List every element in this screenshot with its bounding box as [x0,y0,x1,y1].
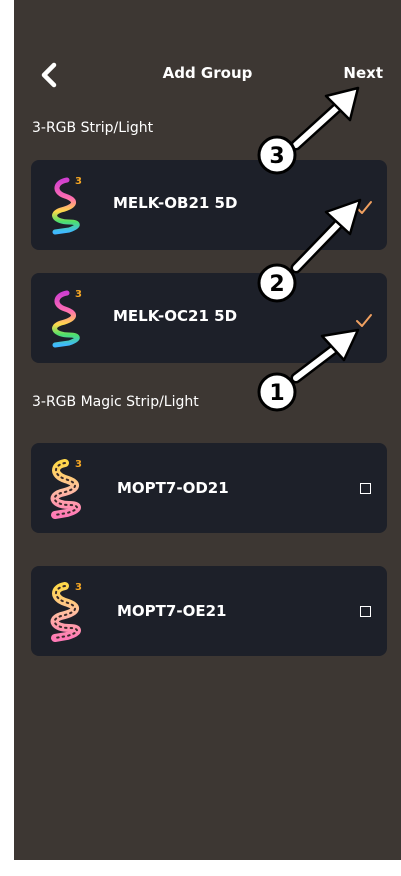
device-name: MELK-OC21 5D [113,307,238,325]
rgb-strip-icon: 3 [52,176,82,235]
device-card-mopt7-od21[interactable]: 3 MOPT7-OD21 [31,443,387,533]
device-card-melk-oc21[interactable]: 3 MELK-OC21 5D [31,273,387,363]
device-card-melk-ob21[interactable]: 3 MELK-OB21 5D [31,160,387,250]
device-name: MELK-OB21 5D [113,194,238,212]
magic-strip-icon: 3 [50,582,82,642]
magic-strip-icon: 3 [50,459,82,519]
rgb-strip-icon: 3 [52,289,82,348]
next-button[interactable]: Next [343,64,383,82]
check-icon[interactable] [353,311,375,331]
device-name: MOPT7-OE21 [117,602,227,620]
icon-badge: 3 [75,176,82,187]
check-icon[interactable] [353,198,375,218]
icon-badge: 3 [75,289,82,300]
icon-badge: 3 [75,582,82,593]
app-screen: Add Group Next 3-RGB Strip/Light 3 MELK-… [14,0,401,860]
icon-badge: 3 [75,459,82,470]
device-name: MOPT7-OD21 [117,479,229,497]
checkbox[interactable] [360,606,371,617]
section-label-rgb-magic-strip: 3-RGB Magic Strip/Light [32,394,199,410]
header-bar: Add Group Next [14,58,401,92]
checkbox[interactable] [360,483,371,494]
section-label-rgb-strip: 3-RGB Strip/Light [32,120,154,136]
device-card-mopt7-oe21[interactable]: 3 MOPT7-OE21 [31,566,387,656]
